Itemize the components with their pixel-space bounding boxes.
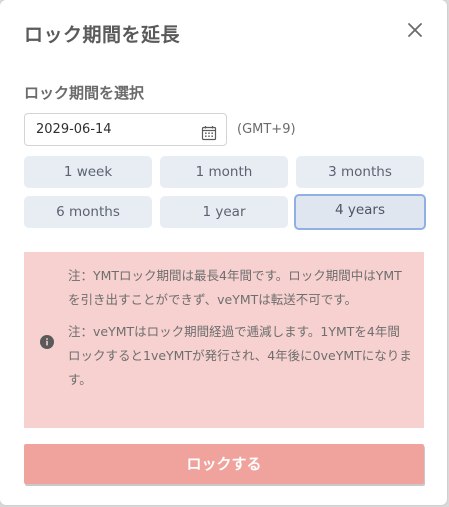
info-icon	[40, 334, 54, 349]
lock-period-label: ロック期間を選択	[24, 84, 145, 102]
lock-button[interactable]: ロックする	[24, 444, 424, 484]
lock-notice: 注：YMTロック期間は最長4年間です。ロック期間中はYMTを引き出すことができず…	[24, 252, 424, 428]
date-input[interactable]: 2029-06-14	[24, 113, 227, 146]
timezone-label: (GMT+9)	[237, 122, 296, 137]
modal-title: ロック期間を延長	[24, 24, 181, 46]
notice-paragraph-1: 注：YMTロック期間は最長4年間です。ロック期間中はYMTを引き出すことができず…	[68, 268, 402, 307]
option-3-months[interactable]: 3 months	[296, 156, 424, 188]
notice-text: 注：YMTロック期間は最長4年間です。ロック期間中はYMTを引き出すことができず…	[68, 264, 412, 392]
option-1-month[interactable]: 1 month	[160, 156, 288, 188]
close-icon[interactable]	[405, 20, 425, 40]
option-6-months[interactable]: 6 months	[24, 196, 152, 228]
option-1-week[interactable]: 1 week	[24, 156, 152, 188]
notice-paragraph-2: 注：veYMTはロック期間経過で逓減します。1YMTを4年間ロックすると1veY…	[68, 324, 412, 387]
extend-lock-modal: ロック期間を延長 ロック期間を選択 2029-06-14 (GMT+9) 1 w…	[0, 0, 447, 505]
option-1-year[interactable]: 1 year	[160, 196, 288, 228]
option-4-years[interactable]: 4 years	[294, 194, 426, 230]
calendar-icon[interactable]	[201, 122, 217, 141]
date-value: 2029-06-14	[36, 122, 112, 137]
